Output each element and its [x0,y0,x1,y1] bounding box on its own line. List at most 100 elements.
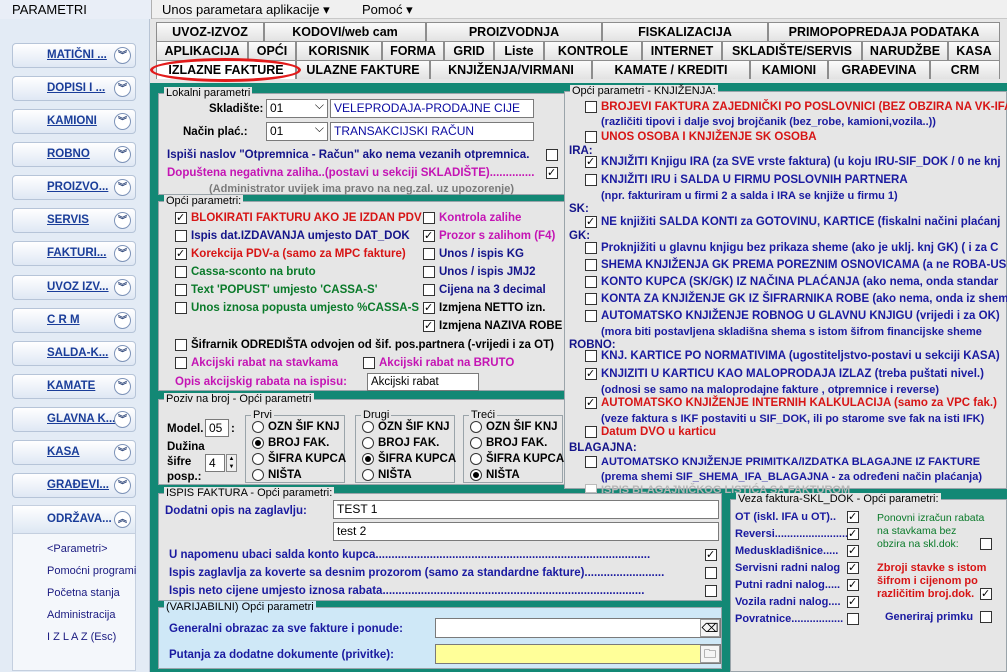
tab-kamate-krediti[interactable]: KAMATE / KREDITI [592,60,750,79]
dodatni-opis-line1-input[interactable]: TEST 1 [333,500,719,519]
sidebar-item-uvoz-izvoz[interactable]: UVOZ IZV... ︾ [12,275,136,300]
tab-knjizenja-virmani[interactable]: KNJIŽENJA/VIRMANI [430,60,592,79]
automatsko-knjizenje-robnog-checkbox[interactable] [585,310,597,322]
sidebar-item-kasa[interactable]: KASA ︾ [12,440,136,465]
konto-kupca-checkbox[interactable] [585,276,597,288]
tab-kodovi[interactable]: KODOVI/web cam [264,22,426,41]
sifrarnik-odredista-checkbox[interactable] [175,339,187,351]
dodatni-opis-line2-input[interactable]: test 2 [333,522,719,541]
sidebar-item-servis[interactable]: SERVIS ︾ [12,208,136,233]
drugi-nista-radio[interactable] [362,469,374,481]
tab-proizvodnja[interactable]: PROIZVODNJA [426,22,602,41]
automatsko-knjizenje-blagajne-checkbox[interactable] [585,456,597,468]
treci-ozn-sif-knj-radio[interactable] [470,421,482,433]
tab-fiskalizacija[interactable]: FISKALIZACIJA [602,22,768,41]
proknjiziti-gk-checkbox[interactable] [585,242,597,254]
tab-skladiste-servis[interactable]: SKLADIŠTE/SERVIS [722,41,862,60]
link-pocetna-stanja[interactable]: Početna stanja [47,587,120,599]
spinner-updown-icon[interactable]: ▲ ▼ [226,454,237,472]
sidebar-item-maticni[interactable]: MATIČNI ... ︾ [12,43,136,68]
tab-uvoz-izvoz[interactable]: UVOZ-IZVOZ [156,22,264,41]
link-administracija[interactable]: Administracija [47,609,115,621]
unos-jmj2-checkbox[interactable] [423,266,435,278]
treci-nista-radio[interactable] [470,469,482,481]
folder-icon[interactable]: 🗀 [700,645,720,663]
izmjena-netto-checkbox[interactable] [423,301,435,314]
shema-knjizenja-gk-checkbox[interactable] [585,259,597,271]
tab-korisnik[interactable]: KORISNIK [296,41,382,60]
sidebar-item-gradevina[interactable]: GRAĐEVI... ︾ [12,473,136,498]
drugi-sifra-kupca-radio[interactable] [362,453,374,465]
drugi-ozn-sif-knj-radio[interactable] [362,421,374,433]
konta-sifrarnik-robe-checkbox[interactable] [585,293,597,305]
tab-ulazne-fakture[interactable]: ULAZNE FAKTURE [296,60,430,79]
prvi-sifra-kupca-radio[interactable] [252,453,264,465]
treci-broj-fak-radio[interactable] [470,437,482,449]
drugi-broj-fak-radio[interactable] [362,437,374,449]
unos-kg-checkbox[interactable] [423,248,435,260]
ponovni-izracun-checkbox[interactable] [980,538,992,550]
generiraj-primku-checkbox[interactable] [980,611,992,623]
sidebar-item-fakturiranje[interactable]: FAKTURI... ︾ [12,241,136,266]
datum-dvo-checkbox[interactable] [585,426,597,438]
treci-sifra-kupca-radio[interactable] [470,453,482,465]
knjiziti-iru-salda-checkbox[interactable] [585,174,597,186]
veza-reversi-checkbox[interactable] [847,527,859,540]
putanja-privitke-input[interactable] [435,644,721,664]
sidebar-item-robno[interactable]: ROBNO ︾ [12,142,136,167]
korekcija-pdv-checkbox[interactable] [175,247,187,260]
tab-kamioni[interactable]: KAMIONI [750,60,828,79]
tab-kasa[interactable]: KASA [948,41,1000,60]
veza-meduskladisnice-checkbox[interactable] [847,544,859,557]
ispisi-naslov-checkbox[interactable] [546,149,558,161]
sidebar-item-crm[interactable]: C R M ︾ [12,308,136,333]
tab-kontrole[interactable]: KONTROLE [544,41,642,60]
dopustena-neg-zaliha-checkbox[interactable] [546,166,558,179]
ispis-koverte-checkbox[interactable] [705,567,717,579]
prvi-ozn-sif-knj-radio[interactable] [252,421,264,433]
zbroji-stavke-checkbox[interactable] [980,587,992,600]
duzina-sifre-input[interactable]: 4 [205,454,225,472]
sidebar-item-odrzavanje[interactable]: ODRŽAVA... ︽ [13,506,135,534]
opis-akcijskog-rabata-input[interactable]: Akcijski rabat [367,373,479,391]
knj-kartice-normativi-checkbox[interactable] [585,350,597,362]
ispis-dat-izdavanja-checkbox[interactable] [175,230,187,242]
link-izlaz[interactable]: I Z L A Z (Esc) [47,631,116,643]
automatsko-knjizenje-internih-checkbox[interactable] [585,396,597,409]
tab-primopopredaja[interactable]: PRIMOPOPREDAJA PODATAKA [768,22,1000,41]
ispis-neto-cijene-checkbox[interactable] [705,585,717,597]
veza-ot-checkbox[interactable] [847,510,859,523]
skladiste-code-select[interactable]: 01 [266,99,328,118]
blokirati-fakturu-checkbox[interactable] [175,211,187,224]
sidebar-item-kamioni[interactable]: KAMIONI ︾ [12,109,136,134]
eraser-icon[interactable]: ⌫ [700,619,720,637]
model-input[interactable]: 05 [205,419,229,437]
brojevi-faktura-checkbox[interactable] [585,101,597,113]
sidebar-item-proizvodnja[interactable]: PROIZVO... ︾ [12,175,136,200]
knjiziti-maloprodaja-checkbox[interactable] [585,367,597,380]
nacin-placanja-name-field[interactable]: TRANSAKCIJSKI RAČUN [330,122,534,141]
prozor-zalihom-checkbox[interactable] [423,229,435,242]
tab-internet[interactable]: INTERNET [642,41,722,60]
tab-crm[interactable]: CRM [930,60,1000,79]
text-popust-checkbox[interactable] [175,284,187,296]
menu-pomoc[interactable]: Pomoć ▾ [362,0,413,19]
ne-knjiziti-salda-checkbox[interactable] [585,215,597,228]
nacin-placanja-code-select[interactable]: 01 [266,122,328,141]
veza-vozila-checkbox[interactable] [847,595,859,608]
veza-servisni-checkbox[interactable] [847,561,859,574]
tab-grid[interactable]: GRID [444,41,494,60]
kontrola-zalihe-checkbox[interactable] [423,212,435,224]
tab-opci[interactable]: OPĆI [248,41,296,60]
tab-liste[interactable]: Liste [494,41,544,60]
tab-forma[interactable]: FORMA [382,41,444,60]
sidebar-item-glavna-knjiga[interactable]: GLAVNA K... ︾ [12,407,136,432]
tab-narudzbe[interactable]: NARUDŽBE [862,41,948,60]
cassa-sconto-checkbox[interactable] [175,266,187,278]
generalni-obrazac-input[interactable] [435,618,721,638]
sidebar-item-kamate[interactable]: KAMATE ︾ [12,374,136,399]
link-pomocni-programi[interactable]: Pomoćni programi [47,565,136,577]
prvi-broj-fak-radio[interactable] [252,437,264,449]
knjiziti-ira-checkbox[interactable] [585,155,597,168]
link-parametri[interactable]: <Parametri> [47,543,108,555]
